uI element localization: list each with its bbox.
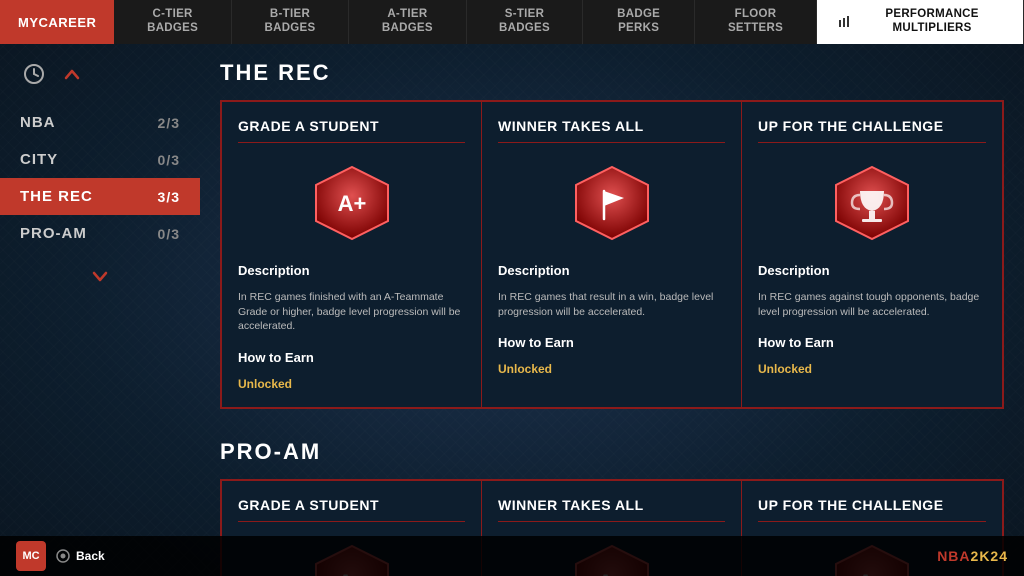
the-rec-section: THE REC Grade A Student A+ Description I…: [220, 60, 1004, 409]
badge-title-proam-0: Grade A Student: [238, 497, 465, 522]
footer-logo-text: NBA: [937, 548, 970, 564]
badge-title-rec-0: Grade A Student: [238, 118, 465, 143]
nav-tab-floor-setters[interactable]: Floor Setters: [695, 0, 817, 44]
badge-desc-text-rec-2: In REC games against tough opponents, ba…: [758, 290, 986, 319]
sidebar-chevrons: [0, 252, 200, 300]
sidebar-proam-score: 0/3: [158, 226, 180, 242]
badge-hex-rec-2: [832, 163, 912, 243]
back-button[interactable]: Back: [56, 549, 105, 563]
badge-earn-title-rec-0: How to Earn: [238, 350, 465, 365]
badge-desc-title-rec-2: Description: [758, 263, 986, 278]
badge-earn-title-rec-1: How to Earn: [498, 335, 725, 350]
badge-desc-text-rec-0: In REC games finished with an A-Teammate…: [238, 290, 465, 334]
footer-left: MC Back: [16, 541, 105, 571]
sidebar-nba-label: NBA: [20, 114, 56, 131]
nav-tab-b-tier[interactable]: B-Tier Badges: [232, 0, 349, 44]
badge-desc-title-rec-1: Description: [498, 263, 725, 278]
badge-title-proam-2: Up for the Challenge: [758, 497, 986, 522]
badge-icon-rec-0: A+: [238, 151, 465, 255]
mycareer-tab[interactable]: MyCAREER: [0, 0, 114, 44]
sidebar-top-icons: [0, 60, 200, 104]
nav-tab-s-tier[interactable]: S-Tier Badges: [467, 0, 584, 44]
back-label: Back: [76, 549, 105, 563]
footer: MC Back NBA2K24: [0, 536, 1024, 576]
badge-title-rec-1: Winner Takes All: [498, 118, 725, 143]
sidebar-item-pro-am[interactable]: PRO-AM 0/3: [0, 215, 200, 252]
nav-tab-performance[interactable]: Performance Multipliers: [817, 0, 1024, 44]
badge-desc-title-rec-0: Description: [238, 263, 465, 278]
footer-logo: NBA2K24: [937, 548, 1008, 564]
sidebar: NBA 2/3 CITY 0/3 THE REC 3/3 PRO-AM 0/3: [0, 44, 200, 576]
sidebar-item-the-rec[interactable]: THE REC 3/3: [0, 178, 200, 215]
chevron-up-icon[interactable]: [58, 60, 86, 88]
performance-icon: [835, 13, 853, 31]
main-layout: NBA 2/3 CITY 0/3 THE REC 3/3 PRO-AM 0/3 …: [0, 44, 1024, 576]
badge-card-rec-0: Grade A Student A+ Description In REC ga…: [222, 102, 482, 407]
the-rec-title: THE REC: [220, 60, 1004, 86]
sidebar-proam-label: PRO-AM: [20, 225, 87, 242]
badge-desc-text-rec-1: In REC games that result in a win, badge…: [498, 290, 725, 319]
sidebar-nba-score: 2/3: [158, 115, 180, 131]
sidebar-item-city[interactable]: CITY 0/3: [0, 141, 200, 178]
top-navigation: MyCAREER C-Tier BadgesB-Tier BadgesA-Tie…: [0, 0, 1024, 44]
badge-icon-rec-1: [498, 151, 725, 255]
badge-title-rec-2: Up for the Challenge: [758, 118, 986, 143]
badge-earn-status-rec-0: Unlocked: [238, 377, 465, 391]
badge-card-rec-2: Up for the Challenge Description In REC …: [742, 102, 1002, 407]
badge-card-rec-1: Winner Takes All Description In REC game…: [482, 102, 742, 407]
badge-hex-rec-0: A+: [312, 163, 392, 243]
badge-earn-status-rec-1: Unlocked: [498, 362, 725, 376]
sidebar-rec-label: THE REC: [20, 188, 93, 205]
clock-icon: [20, 60, 48, 88]
badge-title-proam-1: Winner Takes All: [498, 497, 725, 522]
controller-icon: [56, 549, 70, 563]
pro-am-title: PRO-AM: [220, 439, 1004, 465]
main-content: THE REC Grade A Student A+ Description I…: [200, 44, 1024, 576]
sidebar-rec-score: 3/3: [158, 189, 180, 205]
sidebar-city-score: 0/3: [158, 152, 180, 168]
badge-icon-rec-2: [758, 151, 986, 255]
badge-hex-rec-1: [572, 163, 652, 243]
nav-tabs-container: C-Tier BadgesB-Tier BadgesA-Tier BadgesS…: [114, 0, 1024, 44]
nav-tab-a-tier[interactable]: A-Tier Badges: [349, 0, 466, 44]
svg-text:A+: A+: [337, 191, 366, 216]
sidebar-city-label: CITY: [20, 151, 58, 168]
nav-tab-c-tier[interactable]: C-Tier Badges: [114, 0, 231, 44]
chevron-down-icon[interactable]: [86, 262, 114, 290]
nav-tab-badge-perks[interactable]: Badge Perks: [583, 0, 694, 44]
the-rec-badges-grid: Grade A Student A+ Description In REC ga…: [220, 100, 1004, 409]
mc-badge: MC: [16, 541, 46, 571]
sidebar-item-nba[interactable]: NBA 2/3: [0, 104, 200, 141]
badge-earn-title-rec-2: How to Earn: [758, 335, 986, 350]
badge-earn-status-rec-2: Unlocked: [758, 362, 986, 376]
